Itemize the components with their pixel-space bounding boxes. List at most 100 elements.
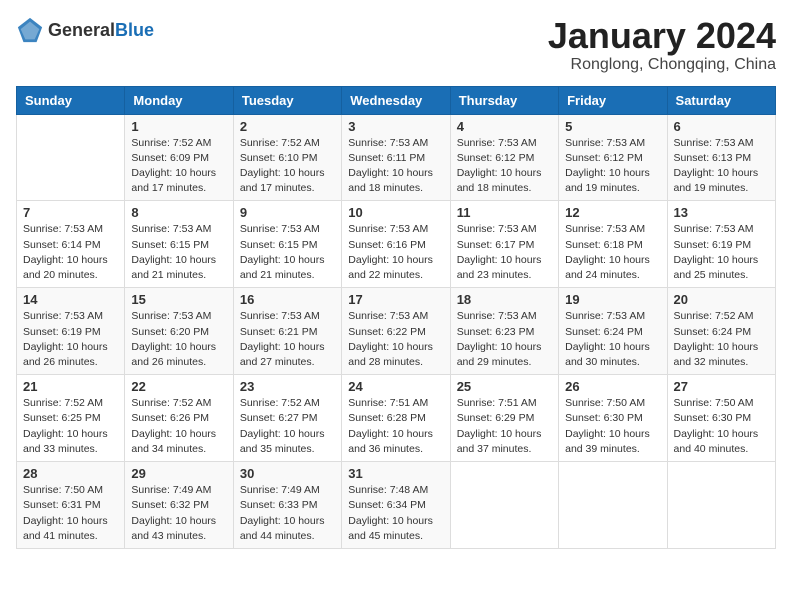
day-info: Sunrise: 7:52 AMSunset: 6:24 PMDaylight:… [674,309,769,370]
calendar-week-row: 1Sunrise: 7:52 AMSunset: 6:09 PMDaylight… [17,114,776,201]
day-info: Sunrise: 7:53 AMSunset: 6:22 PMDaylight:… [348,309,443,370]
day-info: Sunrise: 7:48 AMSunset: 6:34 PMDaylight:… [348,483,443,544]
day-info: Sunrise: 7:50 AMSunset: 6:30 PMDaylight:… [565,396,660,457]
calendar-cell: 25 Sunrise: 7:51 AMSunset: 6:29 PMDayligh… [450,375,558,462]
calendar-cell: 23 Sunrise: 7:52 AMSunset: 6:27 PMDayligh… [233,375,341,462]
calendar-cell: 17Sunrise: 7:53 AMSunset: 6:22 PMDayligh… [342,288,450,375]
day-number: 19 [565,292,660,307]
calendar-cell: 6 Sunrise: 7:53 AMSunset: 6:13 PMDaylight… [667,114,775,201]
calendar-cell: 24 Sunrise: 7:51 AMSunset: 6:28 PMDayligh… [342,375,450,462]
title-block: January 2024 Ronglong, Chongqing, China [548,16,776,74]
day-number: 4 [457,119,552,134]
day-number: 10 [348,205,443,220]
day-number: 29 [131,466,226,481]
day-number: 11 [457,205,552,220]
day-number: 31 [348,466,443,481]
weekday-header: Wednesday [342,86,450,114]
weekday-header: Saturday [667,86,775,114]
logo-text: GeneralBlue [48,20,154,41]
month-title: January 2024 [548,16,776,56]
calendar-cell: 26 Sunrise: 7:50 AMSunset: 6:30 PMDayligh… [559,375,667,462]
day-info: Sunrise: 7:50 AMSunset: 6:30 PMDaylight:… [674,396,769,457]
calendar-cell: 21Sunrise: 7:52 AMSunset: 6:25 PMDayligh… [17,375,125,462]
weekday-header: Thursday [450,86,558,114]
calendar-cell: 20 Sunrise: 7:52 AMSunset: 6:24 PMDayligh… [667,288,775,375]
day-info: Sunrise: 7:53 AMSunset: 6:15 PMDaylight:… [240,222,335,283]
day-number: 8 [131,205,226,220]
day-number: 16 [240,292,335,307]
day-number: 15 [131,292,226,307]
calendar-cell: 22 Sunrise: 7:52 AMSunset: 6:26 PMDayligh… [125,375,233,462]
day-info: Sunrise: 7:51 AMSunset: 6:29 PMDaylight:… [457,396,552,457]
day-number: 3 [348,119,443,134]
day-number: 5 [565,119,660,134]
day-info: Sunrise: 7:53 AMSunset: 6:17 PMDaylight:… [457,222,552,283]
day-number: 23 [240,379,335,394]
calendar-cell: 31 Sunrise: 7:48 AMSunset: 6:34 PMDayligh… [342,462,450,549]
calendar-cell: 16 Sunrise: 7:53 AMSunset: 6:21 PMDayligh… [233,288,341,375]
calendar-cell: 7Sunrise: 7:53 AMSunset: 6:14 PMDaylight… [17,201,125,288]
day-number: 18 [457,292,552,307]
calendar-cell [667,462,775,549]
day-number: 24 [348,379,443,394]
calendar-cell: 9 Sunrise: 7:53 AMSunset: 6:15 PMDaylight… [233,201,341,288]
calendar-cell: 13Sunrise: 7:53 AMSunset: 6:19 PMDayligh… [667,201,775,288]
day-number: 7 [23,205,118,220]
calendar-week-row: 7Sunrise: 7:53 AMSunset: 6:14 PMDaylight… [17,201,776,288]
day-number: 26 [565,379,660,394]
calendar-table: SundayMondayTuesdayWednesdayThursdayFrid… [16,86,776,549]
day-number: 22 [131,379,226,394]
day-info: Sunrise: 7:53 AMSunset: 6:12 PMDaylight:… [565,136,660,197]
calendar-cell [450,462,558,549]
calendar-week-row: 28Sunrise: 7:50 AMSunset: 6:31 PMDayligh… [17,462,776,549]
calendar-cell: 15Sunrise: 7:53 AMSunset: 6:20 PMDayligh… [125,288,233,375]
day-info: Sunrise: 7:53 AMSunset: 6:16 PMDaylight:… [348,222,443,283]
weekday-header-row: SundayMondayTuesdayWednesdayThursdayFrid… [17,86,776,114]
calendar-cell: 10 Sunrise: 7:53 AMSunset: 6:16 PMDayligh… [342,201,450,288]
calendar-cell: 14 Sunrise: 7:53 AMSunset: 6:19 PMDayligh… [17,288,125,375]
calendar-cell: 28Sunrise: 7:50 AMSunset: 6:31 PMDayligh… [17,462,125,549]
logo-icon [16,16,44,44]
calendar-cell: 11 Sunrise: 7:53 AMSunset: 6:17 PMDayligh… [450,201,558,288]
calendar-cell: 29Sunrise: 7:49 AMSunset: 6:32 PMDayligh… [125,462,233,549]
day-info: Sunrise: 7:53 AMSunset: 6:15 PMDaylight:… [131,222,226,283]
calendar-cell: 30Sunrise: 7:49 AMSunset: 6:33 PMDayligh… [233,462,341,549]
page-header: GeneralBlue January 2024 Ronglong, Chong… [16,16,776,74]
calendar-cell: 3 Sunrise: 7:53 AMSunset: 6:11 PMDaylight… [342,114,450,201]
calendar-cell: 12Sunrise: 7:53 AMSunset: 6:18 PMDayligh… [559,201,667,288]
calendar-cell: 4Sunrise: 7:53 AMSunset: 6:12 PMDaylight… [450,114,558,201]
calendar-cell: 27 Sunrise: 7:50 AMSunset: 6:30 PMDayligh… [667,375,775,462]
day-info: Sunrise: 7:53 AMSunset: 6:13 PMDaylight:… [674,136,769,197]
day-info: Sunrise: 7:51 AMSunset: 6:28 PMDaylight:… [348,396,443,457]
day-number: 20 [674,292,769,307]
day-info: Sunrise: 7:52 AMSunset: 6:27 PMDaylight:… [240,396,335,457]
weekday-header: Monday [125,86,233,114]
day-info: Sunrise: 7:49 AMSunset: 6:33 PMDaylight:… [240,483,335,544]
calendar-cell: 1Sunrise: 7:52 AMSunset: 6:09 PMDaylight… [125,114,233,201]
day-number: 9 [240,205,335,220]
day-info: Sunrise: 7:52 AMSunset: 6:26 PMDaylight:… [131,396,226,457]
calendar-cell: 2 Sunrise: 7:52 AMSunset: 6:10 PMDaylight… [233,114,341,201]
calendar-cell: 8 Sunrise: 7:53 AMSunset: 6:15 PMDaylight… [125,201,233,288]
day-info: Sunrise: 7:53 AMSunset: 6:24 PMDaylight:… [565,309,660,370]
day-info: Sunrise: 7:52 AMSunset: 6:25 PMDaylight:… [23,396,118,457]
day-info: Sunrise: 7:53 AMSunset: 6:18 PMDaylight:… [565,222,660,283]
logo-blue: Blue [115,20,154,40]
weekday-header: Tuesday [233,86,341,114]
logo-general: General [48,20,115,40]
calendar-cell [559,462,667,549]
weekday-header: Friday [559,86,667,114]
day-number: 27 [674,379,769,394]
day-info: Sunrise: 7:53 AMSunset: 6:21 PMDaylight:… [240,309,335,370]
day-number: 25 [457,379,552,394]
day-number: 2 [240,119,335,134]
calendar-cell: 19 Sunrise: 7:53 AMSunset: 6:24 PMDayligh… [559,288,667,375]
day-number: 14 [23,292,118,307]
day-info: Sunrise: 7:52 AMSunset: 6:10 PMDaylight:… [240,136,335,197]
day-number: 1 [131,119,226,134]
day-number: 6 [674,119,769,134]
location-subtitle: Ronglong, Chongqing, China [548,56,776,74]
day-info: Sunrise: 7:50 AMSunset: 6:31 PMDaylight:… [23,483,118,544]
day-info: Sunrise: 7:53 AMSunset: 6:19 PMDaylight:… [23,309,118,370]
day-info: Sunrise: 7:53 AMSunset: 6:11 PMDaylight:… [348,136,443,197]
